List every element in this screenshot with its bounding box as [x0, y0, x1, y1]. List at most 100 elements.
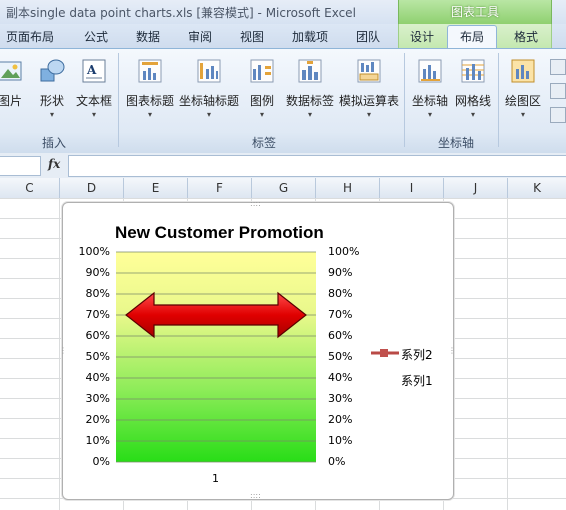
resize-handle-right[interactable]: ⋮	[448, 346, 456, 355]
tab-layout[interactable]: 布局	[460, 28, 484, 45]
chevron-down-icon: ▾	[520, 110, 525, 119]
chevron-down-icon: ▾	[366, 110, 371, 119]
tab-formulas[interactable]: 公式	[84, 28, 108, 45]
resize-handle-bottom[interactable]: ::::	[250, 491, 261, 500]
picture-icon	[0, 61, 22, 81]
insert-group-label: 插入	[41, 136, 66, 150]
column-headers: C D E F G H I J K	[0, 178, 566, 199]
tab-design[interactable]: 设计	[410, 28, 434, 45]
data-labels-button[interactable]: 数据标签 ▾	[284, 57, 336, 119]
column-header-g[interactable]: G	[252, 181, 315, 195]
y-tick-label-left: 10%	[85, 434, 110, 447]
y-tick-label-right: 0%	[328, 455, 346, 468]
column-header-d[interactable]: D	[60, 181, 123, 195]
y-tick-label-left: 20%	[85, 413, 110, 426]
y-tick-label-right: 90%	[328, 266, 353, 279]
plot-area[interactable]	[116, 252, 316, 462]
tab-view[interactable]: 视图	[240, 28, 264, 45]
y-tick-label-right: 50%	[328, 350, 353, 363]
legend-label: 图例	[249, 94, 274, 108]
legend-marker-series2	[371, 349, 399, 357]
data-labels-icon	[298, 59, 322, 83]
picture-button[interactable]: 图片	[0, 57, 30, 109]
chevron-down-icon: ▾	[427, 110, 432, 119]
ribbon: 图片 形状 ▾ A 文本框 ▾ 插入 图表标题 ▾ 坐标轴标题 ▾ 图例 ▾ 数…	[0, 48, 566, 154]
data-table-label: 模拟运算表	[338, 94, 399, 108]
y-tick-label-left: 90%	[85, 266, 110, 279]
data-labels-label: 数据标签	[285, 94, 334, 108]
legend-series2[interactable]: 系列2	[401, 346, 433, 363]
column-header-h[interactable]: H	[316, 181, 379, 195]
textbox-button[interactable]: A 文本框 ▾	[74, 57, 114, 119]
y-tick-label-left: 70%	[85, 308, 110, 321]
y-tick-label-left: 40%	[85, 371, 110, 384]
axes-button[interactable]: 坐标轴 ▾	[410, 57, 450, 119]
plot-area-icon	[511, 59, 535, 83]
column-header-f[interactable]: F	[188, 181, 251, 195]
column-header-j[interactable]: J	[444, 181, 507, 195]
chart-tools-header: 图表工具	[398, 0, 552, 24]
tab-team[interactable]: 团队	[356, 28, 380, 45]
tab-page-layout[interactable]: 页面布局	[6, 28, 54, 45]
name-box[interactable]	[0, 156, 41, 176]
chevron-down-icon: ▾	[259, 110, 264, 119]
column-header-i[interactable]: I	[380, 181, 443, 195]
group-separator	[404, 53, 405, 147]
chevron-down-icon: ▾	[206, 110, 211, 119]
axes-icon	[418, 59, 442, 83]
group-separator	[498, 53, 499, 147]
3d-rotation-icon[interactable]	[550, 107, 566, 123]
chart-floor-icon[interactable]	[550, 83, 566, 99]
column-header-e[interactable]: E	[124, 181, 187, 195]
tab-format[interactable]: 格式	[514, 28, 538, 45]
plot-area-button[interactable]: 绘图区 ▾	[502, 57, 544, 119]
y-tick-label-right: 40%	[328, 371, 353, 384]
shapes-button[interactable]: 形状 ▾	[34, 57, 70, 119]
legend-button[interactable]: 图例 ▾	[244, 57, 280, 119]
gridlines-icon	[461, 59, 485, 83]
gridlines-button[interactable]: 网格线 ▾	[452, 57, 494, 119]
textbox-icon: A	[82, 59, 106, 83]
formula-bar: fx	[0, 153, 566, 179]
resize-handle-left[interactable]: ⋮	[59, 346, 67, 355]
chevron-down-icon: ▾	[470, 110, 475, 119]
y-tick-label-right: 70%	[328, 308, 353, 321]
chart-wall-icon[interactable]	[550, 59, 566, 75]
column-header-c[interactable]: C	[0, 181, 59, 195]
axis-title-label: 坐标轴标题	[178, 94, 239, 108]
legend-icon	[250, 59, 274, 83]
data-table-button[interactable]: 模拟运算表 ▾	[338, 57, 400, 119]
y-tick-label-left: 60%	[85, 329, 110, 342]
y-tick-label-right: 100%	[328, 245, 360, 258]
grid-line	[507, 198, 508, 510]
shapes-label: 形状	[39, 94, 64, 108]
textbox-label: 文本框	[75, 94, 112, 108]
chevron-down-icon: ▾	[49, 110, 54, 119]
shapes-icon	[40, 59, 65, 82]
labels-group-label: 标签	[251, 136, 276, 150]
resize-handle-top[interactable]: ::::	[250, 199, 261, 208]
y-tick-label-right: 60%	[328, 329, 353, 342]
chart-title[interactable]: New Customer Promotion	[115, 223, 324, 243]
y-tick-label-right: 30%	[328, 392, 353, 405]
fx-icon[interactable]: fx	[48, 157, 60, 171]
y-tick-label-right: 20%	[328, 413, 353, 426]
tab-addins[interactable]: 加载项	[292, 28, 328, 45]
chart-title-button[interactable]: 图表标题 ▾	[124, 57, 176, 119]
chevron-down-icon: ▾	[91, 110, 96, 119]
legend-series1[interactable]: 系列1	[401, 372, 433, 389]
chart-title-icon	[138, 59, 162, 83]
y-tick-label-left: 50%	[85, 350, 110, 363]
column-header-k[interactable]: K	[508, 181, 566, 195]
y-tick-label-left: 0%	[92, 455, 110, 468]
tab-review[interactable]: 审阅	[188, 28, 212, 45]
data-table-icon	[357, 59, 381, 83]
plot-area-label: 绘图区	[504, 94, 541, 108]
tab-data[interactable]: 数据	[136, 28, 160, 45]
axes-group-label: 坐标轴	[437, 136, 474, 150]
y-tick-label-left: 100%	[78, 245, 110, 258]
chevron-down-icon: ▾	[147, 110, 152, 119]
formula-input[interactable]	[68, 155, 566, 177]
axis-title-button[interactable]: 坐标轴标题 ▾	[178, 57, 240, 119]
group-separator	[118, 53, 119, 147]
